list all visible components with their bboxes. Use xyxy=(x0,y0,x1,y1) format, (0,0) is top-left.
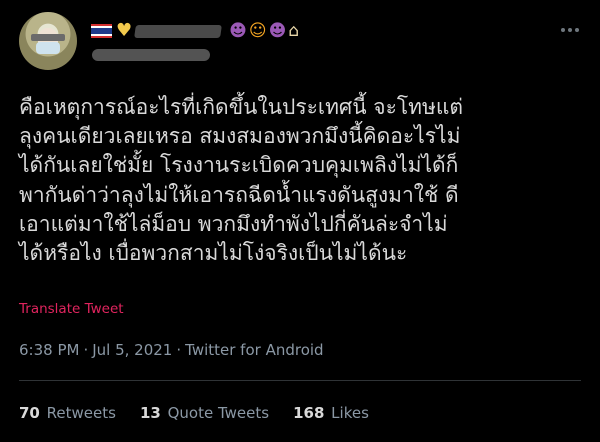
tweet-metadata: 6:38 PM · Jul 5, 2021 · Twitter for Andr… xyxy=(19,341,324,359)
author-name[interactable]: ♥ ☻ ☺ ☻ ⌂ xyxy=(91,19,301,43)
tweet-source[interactable]: Twitter for Android xyxy=(185,341,323,359)
meta-separator: · xyxy=(83,341,89,359)
yellow-heart-icon: ♥ xyxy=(116,20,133,41)
tweet-time[interactable]: 6:38 PM xyxy=(19,341,79,359)
author-handle[interactable] xyxy=(92,47,210,63)
avatar-mask xyxy=(36,42,60,54)
likes-label: Likes xyxy=(331,404,369,422)
tweet-date[interactable]: Jul 5, 2021 xyxy=(92,341,172,359)
tweet-detail: ♥ ☻ ☺ ☻ ⌂ คือเหตุการณ์อะไรที่เกิดขึ้นในป… xyxy=(0,0,600,442)
divider xyxy=(19,380,581,381)
smiling-devil-icon: ☻ xyxy=(229,20,247,41)
meta-separator: · xyxy=(176,341,182,359)
quote-tweets-count: 13 xyxy=(139,404,161,422)
author-avatar[interactable] xyxy=(19,12,77,70)
person-bowing-icon: ☺ xyxy=(248,20,267,41)
cupcake-icon: ⌂ xyxy=(288,20,300,41)
quote-tweets-stat[interactable]: 13 Quote Tweets xyxy=(140,404,269,422)
quote-tweets-label: Quote Tweets xyxy=(167,404,270,422)
thai-flag-icon xyxy=(91,24,112,38)
redacted-handle xyxy=(92,49,210,61)
redacted-display-name xyxy=(134,24,223,38)
tweet-stats: 70 Retweets 13 Quote Tweets 168 Likes xyxy=(19,404,369,422)
smiling-devil-icon: ☻ xyxy=(268,20,287,41)
retweets-count: 70 xyxy=(19,404,40,422)
likes-count: 168 xyxy=(293,404,325,422)
avatar-redaction xyxy=(31,34,65,41)
retweets-stat[interactable]: 70 Retweets xyxy=(19,404,116,422)
likes-stat[interactable]: 168 Likes xyxy=(293,404,369,422)
translate-tweet-link[interactable]: Translate Tweet xyxy=(19,301,124,317)
more-options-icon[interactable] xyxy=(558,22,582,38)
retweets-label: Retweets xyxy=(46,404,116,422)
tweet-text: คือเหตุการณ์อะไรที่เกิดขึ้นในประเทศนี้ จ… xyxy=(19,95,464,266)
